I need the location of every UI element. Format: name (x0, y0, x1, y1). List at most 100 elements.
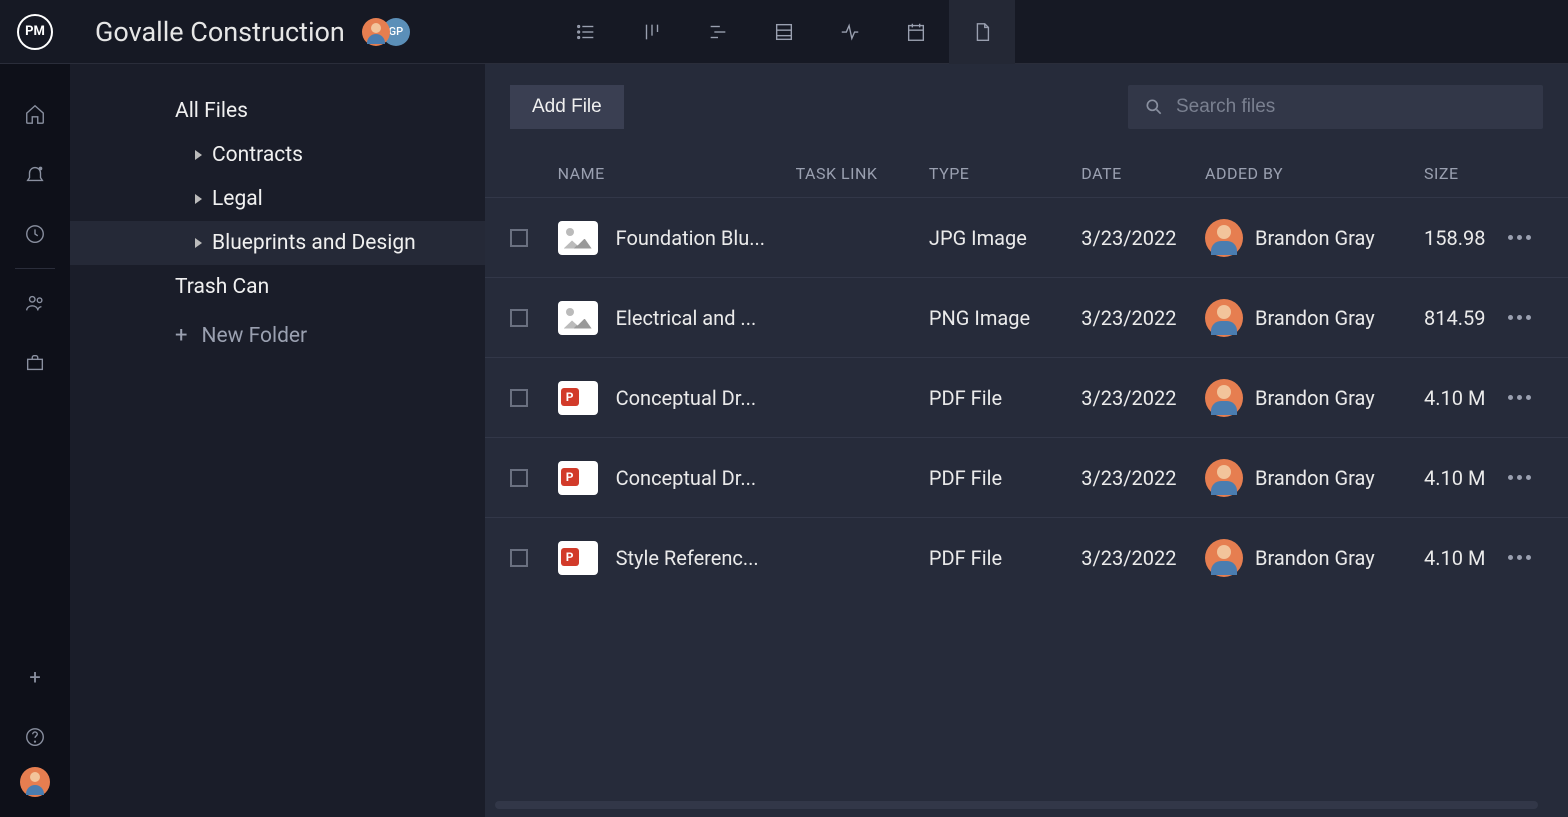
view-tab-list[interactable] (553, 0, 619, 64)
file-size: 158.98 (1424, 226, 1495, 250)
file-thumb-icon (558, 381, 598, 415)
view-tab-activity[interactable] (817, 0, 883, 64)
file-type: JPG Image (929, 226, 1081, 250)
avatar-icon (1205, 219, 1243, 257)
briefcase-icon (24, 352, 46, 374)
clock-icon (24, 223, 46, 245)
gantt-icon (707, 21, 729, 43)
table-row[interactable]: Conceptual Dr... PDF File 3/23/2022 Bran… (485, 357, 1568, 437)
rail-notifications[interactable] (0, 144, 70, 204)
avatar-icon (1205, 459, 1243, 497)
rail-add[interactable]: + (0, 647, 70, 707)
table-row[interactable]: Foundation Blu... JPG Image 3/23/2022 Br… (485, 197, 1568, 277)
view-tab-board[interactable] (619, 0, 685, 64)
row-checkbox[interactable] (510, 549, 528, 567)
file-type: PNG Image (929, 306, 1081, 330)
file-type: PDF File (929, 466, 1081, 490)
col-name[interactable]: NAME (558, 164, 796, 183)
body: + All Files Contracts Legal Blueprints a… (0, 64, 1568, 817)
file-icon (971, 21, 993, 43)
view-tab-files[interactable] (949, 0, 1015, 64)
file-size: 4.10 M (1424, 386, 1495, 410)
board-icon (641, 21, 663, 43)
rail-portfolio[interactable] (0, 333, 70, 393)
help-icon (24, 726, 46, 748)
activity-icon (839, 21, 861, 43)
folder-all-files[interactable]: All Files (70, 89, 485, 133)
bell-icon (24, 163, 46, 185)
view-tab-table[interactable] (751, 0, 817, 64)
col-task[interactable]: TASK LINK (796, 164, 929, 183)
project-title: Govalle Construction (95, 16, 345, 48)
row-menu-button[interactable] (1508, 235, 1531, 240)
list-icon (575, 21, 597, 43)
new-folder-button[interactable]: + New Folder (70, 309, 485, 358)
topbar: PM Govalle Construction GP (0, 0, 1568, 64)
folder-label: Contracts (212, 143, 303, 167)
col-type[interactable]: TYPE (929, 164, 1081, 183)
avatar-member-1[interactable] (362, 18, 390, 46)
folder-blueprints[interactable]: Blueprints and Design (70, 221, 485, 265)
caret-right-icon (195, 150, 202, 160)
view-tabs (553, 0, 1015, 64)
file-added-by: Brandon Gray (1255, 386, 1375, 410)
rail-team[interactable] (0, 273, 70, 333)
files-toolbar: Add File (485, 64, 1568, 149)
row-checkbox[interactable] (510, 309, 528, 327)
folder-trash[interactable]: Trash Can (70, 265, 485, 309)
view-tab-calendar[interactable] (883, 0, 949, 64)
file-name: Style Referenc... (616, 546, 759, 570)
table-row[interactable]: Conceptual Dr... PDF File 3/23/2022 Bran… (485, 437, 1568, 517)
folder-label: Blueprints and Design (212, 231, 416, 255)
folder-contracts[interactable]: Contracts (70, 133, 485, 177)
file-date: 3/23/2022 (1081, 226, 1205, 250)
file-size: 4.10 M (1424, 546, 1495, 570)
col-added[interactable]: ADDED BY (1205, 164, 1424, 183)
table-icon (773, 21, 795, 43)
row-checkbox[interactable] (510, 389, 528, 407)
file-added-by: Brandon Gray (1255, 306, 1375, 330)
file-date: 3/23/2022 (1081, 466, 1205, 490)
rail-recent[interactable] (0, 204, 70, 264)
file-type: PDF File (929, 386, 1081, 410)
app-logo[interactable]: PM (0, 0, 70, 64)
row-checkbox[interactable] (510, 229, 528, 247)
avatar-icon (1205, 379, 1243, 417)
row-menu-button[interactable] (1508, 475, 1531, 480)
row-checkbox[interactable] (510, 469, 528, 487)
table-header: NAME TASK LINK TYPE DATE ADDED BY SIZE (485, 149, 1568, 197)
add-file-button[interactable]: Add File (510, 85, 624, 129)
horizontal-scrollbar[interactable] (495, 801, 1538, 809)
plus-icon: + (29, 665, 40, 689)
col-date[interactable]: DATE (1081, 164, 1205, 183)
folder-legal[interactable]: Legal (70, 177, 485, 221)
folder-label: Legal (212, 187, 263, 211)
caret-right-icon (195, 194, 202, 204)
search-box[interactable] (1128, 85, 1543, 129)
table-row[interactable]: Style Referenc... PDF File 3/23/2022 Bra… (485, 517, 1568, 597)
home-icon (24, 103, 46, 125)
table-row[interactable]: Electrical and ... PNG Image 3/23/2022 B… (485, 277, 1568, 357)
file-size: 4.10 M (1424, 466, 1495, 490)
rail-help[interactable] (0, 707, 70, 767)
row-menu-button[interactable] (1508, 395, 1531, 400)
folder-label: All Files (175, 99, 248, 123)
folder-label: Trash Can (175, 275, 269, 299)
file-name: Electrical and ... (616, 306, 757, 330)
row-menu-button[interactable] (1508, 555, 1531, 560)
file-table: NAME TASK LINK TYPE DATE ADDED BY SIZE F… (485, 149, 1568, 817)
folder-sidebar: All Files Contracts Legal Blueprints and… (70, 64, 485, 817)
search-input[interactable] (1176, 96, 1527, 118)
row-menu-button[interactable] (1508, 315, 1531, 320)
avatar-icon (1205, 299, 1243, 337)
file-date: 3/23/2022 (1081, 306, 1205, 330)
col-size[interactable]: SIZE (1424, 164, 1495, 183)
view-tab-gantt[interactable] (685, 0, 751, 64)
pm-logo-text: PM (17, 14, 53, 50)
new-folder-label: New Folder (201, 324, 307, 348)
rail-home[interactable] (0, 84, 70, 144)
rail-user-avatar[interactable] (20, 767, 50, 797)
file-name: Foundation Blu... (616, 226, 765, 250)
search-icon (1144, 97, 1164, 117)
file-name: Conceptual Dr... (616, 386, 757, 410)
